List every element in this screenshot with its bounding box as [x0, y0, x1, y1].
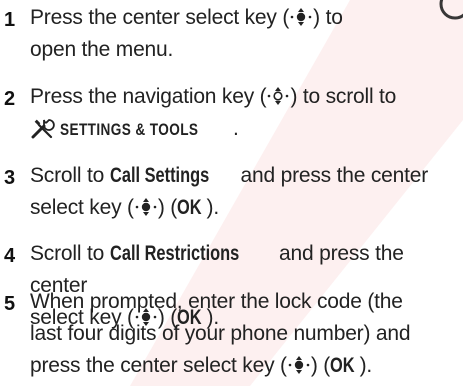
center-select-key-icon — [135, 198, 157, 216]
center-select-key-icon — [288, 356, 310, 374]
step-text: Press the navigation key () to scroll to… — [30, 81, 460, 146]
call-restrictions-label: Call Restrictions — [109, 242, 239, 265]
step-text: Press the center select key () to open t… — [30, 6, 343, 61]
ok-softkey-label: OK — [177, 196, 202, 219]
settings-tools-menu-label: SETTINGS & TOOLS — [60, 120, 199, 139]
call-settings-label: Call Settings — [109, 164, 209, 187]
step-number: 3 — [4, 167, 16, 189]
step-number: 2 — [4, 88, 16, 110]
ok-softkey-label: OK — [330, 354, 355, 377]
center-select-key-icon — [290, 8, 312, 26]
step-text: Scroll to Call Settings and press the ce… — [30, 160, 460, 224]
navigation-key-icon — [268, 87, 289, 105]
step-number: 5 — [4, 293, 16, 315]
settings-tools-icon — [31, 119, 55, 139]
step-number: 4 — [4, 245, 16, 267]
step-text: When prompted, enter the lock code (the … — [30, 286, 460, 382]
step-number: 1 — [4, 9, 16, 31]
